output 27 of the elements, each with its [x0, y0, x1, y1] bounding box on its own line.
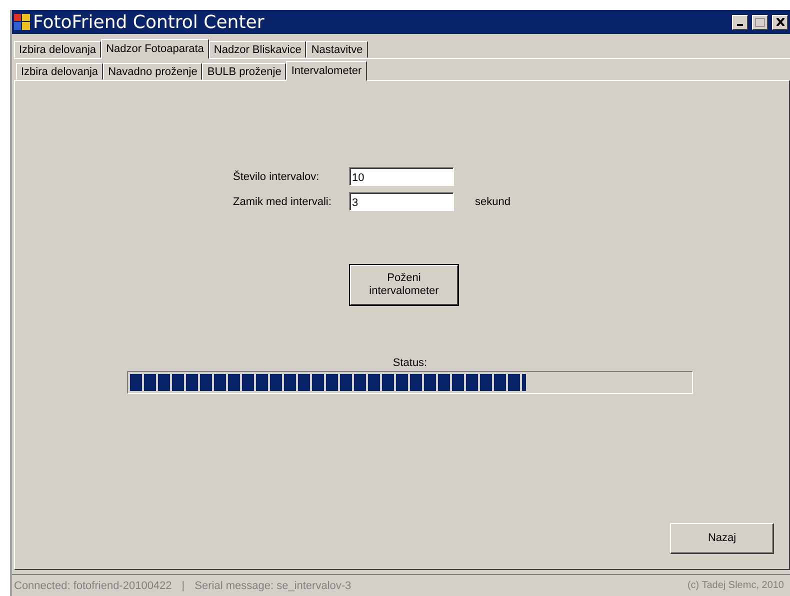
close-icon [776, 18, 784, 26]
input-field[interactable]: 3 [349, 192, 454, 211]
field-label: Število intervalov: [233, 170, 320, 182]
tab[interactable]: Nastavitve [306, 41, 368, 58]
start-button[interactable]: Poženi intervalometer [350, 265, 458, 305]
tab[interactable]: Nadzor Fotoaparata [101, 39, 209, 59]
tab[interactable]: Intervalometer [286, 61, 367, 81]
maximize-icon [755, 18, 765, 26]
app-icon [14, 14, 30, 30]
serial-message: Serial message: se_intervalov-3 [194, 580, 352, 592]
close-button[interactable] [772, 14, 788, 30]
tab[interactable]: Navadno proženje [103, 63, 202, 80]
separator: | [182, 580, 185, 592]
tab[interactable]: Izbira delovanja [14, 41, 102, 58]
field-label: Zamik med intervali: [233, 196, 332, 208]
connection-status: Connected: fotofriend-20100422 [14, 580, 172, 592]
tab[interactable]: Nadzor Bliskavice [208, 41, 306, 58]
copyright: (c) Tadej Slemc, 2010 [687, 580, 784, 591]
tab[interactable]: BULB proženje [202, 63, 286, 80]
input-field[interactable]: 10 [349, 167, 454, 186]
unit-label: sekund [475, 196, 512, 208]
window-title: FotoFriend Control Center [33, 12, 266, 32]
status-label: Status: [392, 357, 428, 369]
maximize-button[interactable] [752, 14, 768, 30]
minimize-button[interactable] [732, 14, 748, 30]
tab[interactable]: Izbira delovanja [16, 63, 104, 80]
back-button[interactable]: Nazaj [670, 523, 774, 554]
